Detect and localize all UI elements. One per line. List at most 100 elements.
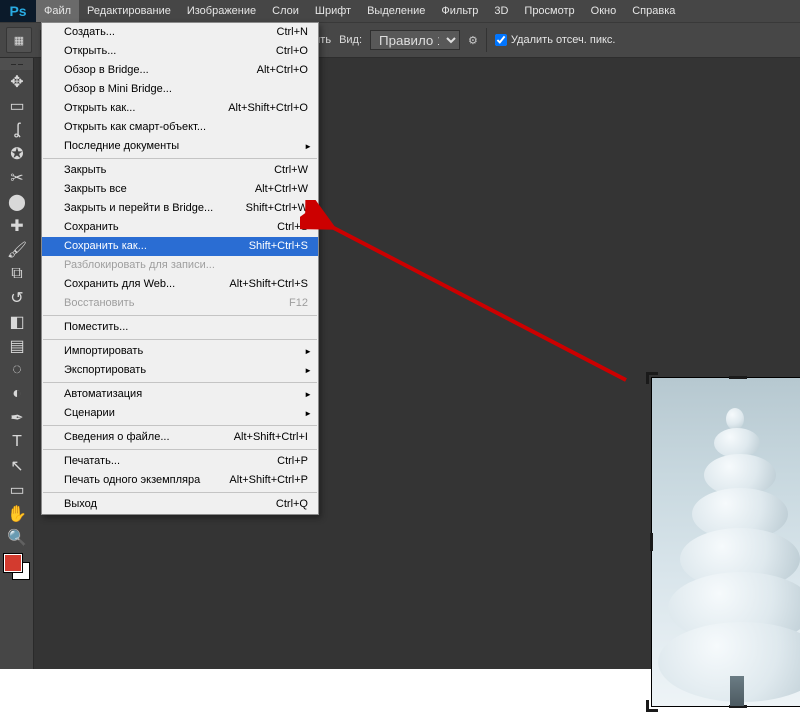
view-mode-select[interactable]: Правило 1/3 (370, 30, 460, 50)
file-menu-item-label: Импортировать (64, 344, 143, 359)
file-menu-item-label: Печатать... (64, 454, 120, 469)
file-menu-item-label: Печать одного экземпляра (64, 473, 200, 488)
menu-separator (43, 382, 317, 383)
quick-select-tool[interactable]: ✪ (0, 142, 34, 166)
file-menu-item[interactable]: Выход Ctrl+Q (42, 495, 318, 514)
file-menu-item[interactable]: Автоматизация (42, 385, 318, 404)
hand-tool[interactable]: ✋ (0, 502, 34, 526)
menu-separator (43, 425, 317, 426)
file-menu-item[interactable]: Закрыть все Alt+Ctrl+W (42, 180, 318, 199)
app-logo: Ps (0, 0, 36, 22)
clone-stamp-tool[interactable]: ⧉ (0, 262, 34, 286)
menu-separator (43, 339, 317, 340)
blur-tool[interactable]: ◌ (0, 358, 34, 382)
file-menu-item[interactable]: Закрыть и перейти в Bridge...Shift+Ctrl+… (42, 199, 318, 218)
file-menu-item[interactable]: Создать...Ctrl+N (42, 23, 318, 42)
menu-справка[interactable]: Справка (624, 0, 683, 22)
app-window: Ps ФайлРедактированиеИзображениеСлоиШриф… (0, 0, 800, 669)
foreground-color-swatch[interactable] (4, 554, 22, 572)
file-menu-item-label: Открыть как... (64, 101, 135, 116)
file-menu-item-shortcut: Shift+Ctrl+S (249, 239, 308, 254)
menu-окно[interactable]: Окно (583, 0, 625, 22)
crop-tool-preset-icon[interactable]: ▦ (6, 27, 32, 53)
file-menu-item-label: Обзор в Mini Bridge... (64, 82, 172, 97)
file-menu-item[interactable]: СохранитьCtrl+S (42, 218, 318, 237)
file-menu-item-shortcut: Ctrl+N (277, 25, 308, 40)
file-menu-item-shortcut: Alt+Shift+Ctrl+O (228, 101, 308, 116)
file-menu-item[interactable]: Печать одного экземпляраAlt+Shift+Ctrl+P (42, 471, 318, 490)
pen-tool[interactable]: ✒ (0, 406, 34, 430)
delete-cropped-checkbox[interactable]: Удалить отсеч. пикс. (495, 34, 616, 46)
menu-фильтр[interactable]: Фильтр (433, 0, 486, 22)
menu-separator (43, 449, 317, 450)
view-label: Вид: (339, 34, 362, 46)
file-menu-item-shortcut: Ctrl+Q (276, 497, 308, 512)
tools-collapse-handle[interactable] (0, 58, 33, 70)
file-menu-item-shortcut: Ctrl+S (277, 220, 308, 235)
crop-handle-bottom-left[interactable] (646, 700, 658, 712)
file-menu-item[interactable]: Открыть...Ctrl+O (42, 42, 318, 61)
file-menu-item-label: Открыть... (64, 44, 116, 59)
gradient-tool[interactable]: ▤ (0, 334, 34, 358)
file-menu-item[interactable]: Сведения о файле... Alt+Shift+Ctrl+I (42, 428, 318, 447)
file-menu-item[interactable]: Сохранить как...Shift+Ctrl+S (42, 237, 318, 256)
crop-handle-left[interactable] (650, 533, 653, 551)
file-menu-item-label: Автоматизация (64, 387, 142, 402)
move-tool[interactable]: ✥ (0, 70, 34, 94)
crop-handle-top[interactable] (729, 376, 747, 379)
file-menu-item[interactable]: Сохранить для Web...Alt+Shift+Ctrl+S (42, 275, 318, 294)
history-brush-tool[interactable]: ↺ (0, 286, 34, 310)
title-bar: Ps ФайлРедактированиеИзображениеСлоиШриф… (0, 0, 800, 22)
type-tool[interactable]: T (0, 430, 34, 454)
menu-separator (43, 158, 317, 159)
file-menu-item[interactable]: Открыть как... Alt+Shift+Ctrl+O (42, 99, 318, 118)
divider (486, 28, 487, 52)
file-menu-item-label: Обзор в Bridge... (64, 63, 149, 78)
file-menu-item[interactable]: Обзор в Mini Bridge... (42, 80, 318, 99)
file-menu-item[interactable]: Обзор в Bridge... Alt+Ctrl+O (42, 61, 318, 80)
file-menu-item-label: Сохранить для Web... (64, 277, 175, 292)
menu-bar: ФайлРедактированиеИзображениеСлоиШрифтВы… (36, 0, 683, 22)
menu-изображение[interactable]: Изображение (179, 0, 264, 22)
zoom-tool[interactable]: 🔍 (0, 526, 34, 550)
gear-icon[interactable]: ⚙ (468, 34, 478, 47)
rectangle-tool[interactable]: ▭ (0, 478, 34, 502)
menu-просмотр[interactable]: Просмотр (516, 0, 582, 22)
file-menu-item-shortcut: Alt+Ctrl+W (255, 182, 308, 197)
file-menu-item-shortcut: Alt+Shift+Ctrl+I (234, 430, 308, 445)
color-swatches[interactable] (0, 552, 34, 582)
crop-handle-top-left[interactable] (646, 372, 658, 384)
menu-файл[interactable]: Файл (36, 0, 79, 22)
file-menu-item-label: Выход (64, 497, 97, 512)
file-menu-item-shortcut: Shift+Ctrl+W (246, 201, 308, 216)
menu-выделение[interactable]: Выделение (359, 0, 433, 22)
file-menu-item[interactable]: Поместить... (42, 318, 318, 337)
delete-cropped-input[interactable] (495, 34, 507, 46)
file-menu-item[interactable]: Сценарии (42, 404, 318, 423)
marquee-tool[interactable]: ▭ (0, 94, 34, 118)
spot-heal-tool[interactable]: ✚ (0, 214, 34, 238)
lasso-tool[interactable]: ʆ (0, 118, 34, 142)
document-image[interactable] (652, 378, 800, 706)
eyedropper-tool[interactable]: ⬤ (0, 190, 34, 214)
path-select-tool[interactable]: ↖ (0, 454, 34, 478)
brush-tool[interactable]: 🖌 (0, 238, 34, 262)
file-menu-item[interactable]: Экспортировать (42, 361, 318, 380)
file-menu-item-label: Закрыть все (64, 182, 127, 197)
file-menu-item[interactable]: ЗакрытьCtrl+W (42, 161, 318, 180)
file-menu-item-label: Последние документы (64, 139, 179, 154)
file-menu-item-shortcut: Ctrl+W (274, 163, 308, 178)
file-menu-item[interactable]: Последние документы (42, 137, 318, 156)
menu-слои[interactable]: Слои (264, 0, 307, 22)
dodge-tool[interactable]: ◐ (0, 382, 34, 406)
file-menu-item-label: Сведения о файле... (64, 430, 170, 445)
file-menu-item-shortcut: Alt+Ctrl+O (257, 63, 308, 78)
file-menu-item[interactable]: Открыть как смарт-объект... (42, 118, 318, 137)
file-menu-item[interactable]: Печатать...Ctrl+P (42, 452, 318, 471)
file-menu-item[interactable]: Импортировать (42, 342, 318, 361)
menu-редактирование[interactable]: Редактирование (79, 0, 179, 22)
eraser-tool[interactable]: ◧ (0, 310, 34, 334)
crop-tool[interactable]: ✂ (0, 166, 34, 190)
menu-3d[interactable]: 3D (486, 0, 516, 22)
menu-шрифт[interactable]: Шрифт (307, 0, 359, 22)
